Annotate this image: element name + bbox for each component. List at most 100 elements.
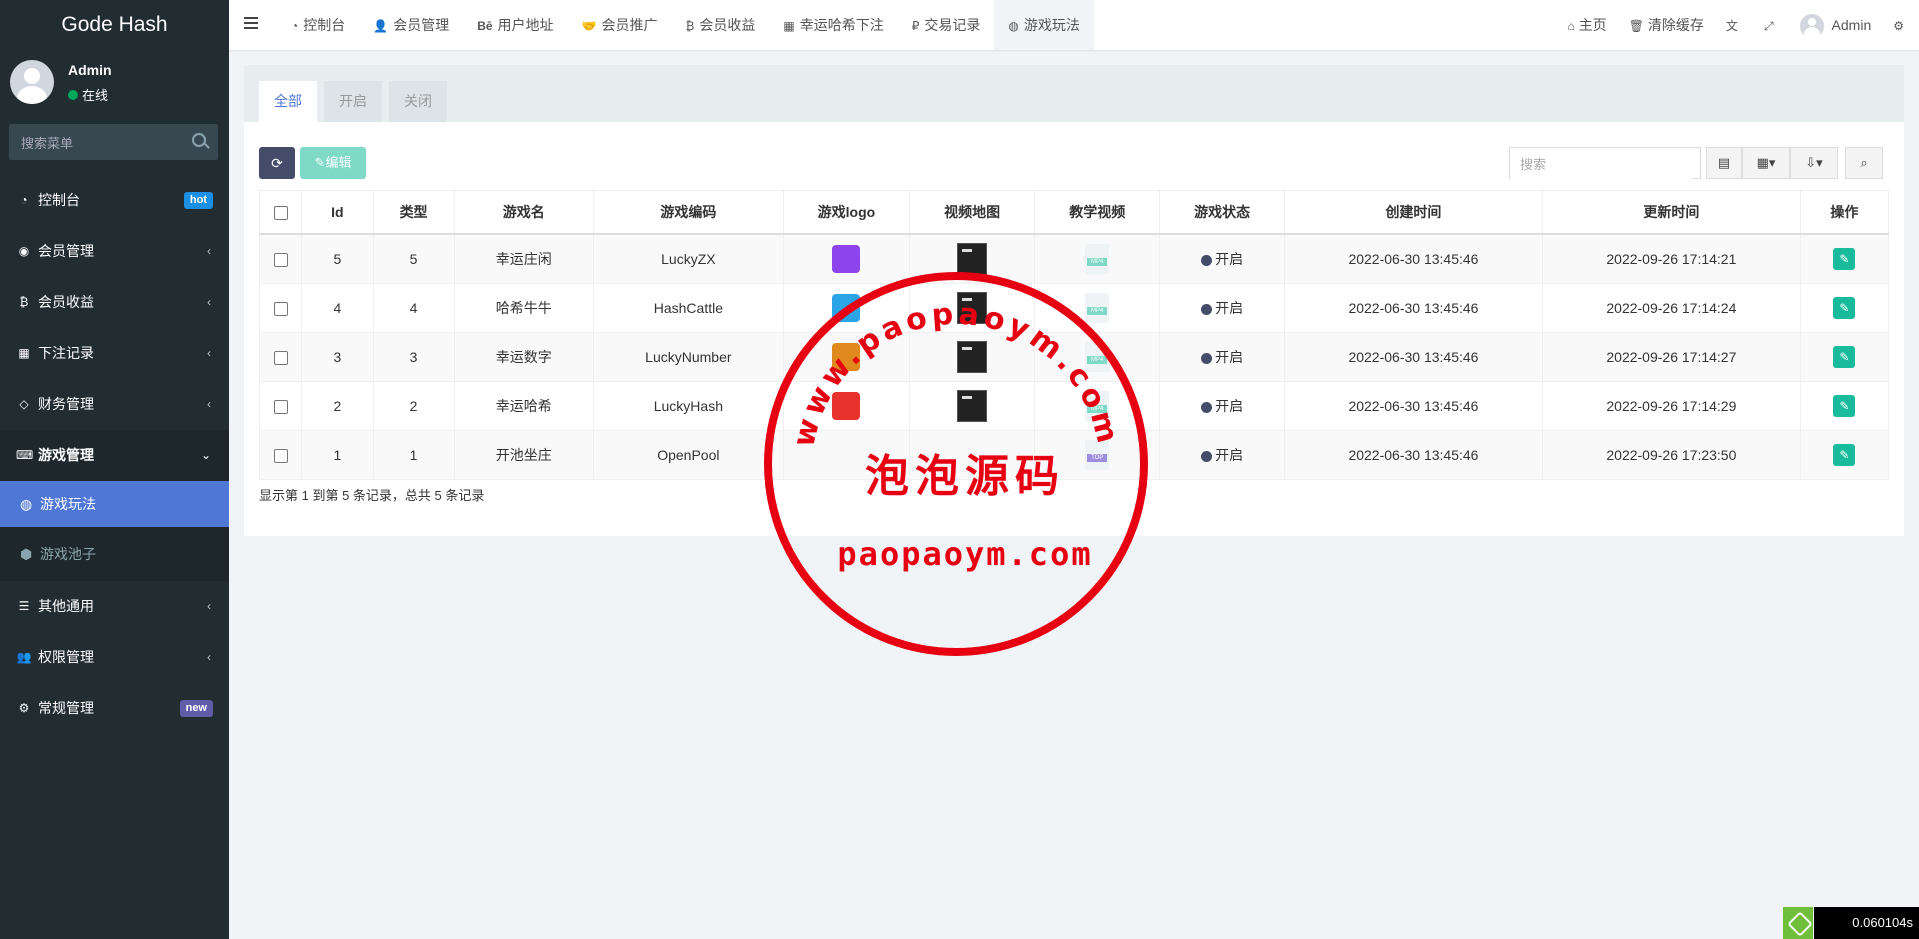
table-search-input[interactable] (1510, 148, 1692, 180)
cell-id: 4 (301, 283, 374, 333)
select-all-cell (258, 190, 303, 235)
tab-game-play[interactable]: ◍ 游戏玩法 (994, 0, 1094, 50)
search-icon[interactable] (192, 133, 206, 147)
clear-cache-button[interactable]: 🗑 清除缓存 (1618, 0, 1715, 50)
users-icon: 👥 (16, 650, 32, 664)
sidebar-subitem-game-play[interactable]: ◍ 游戏玩法 (0, 481, 229, 527)
col-tutorial[interactable]: 教学视频 (1034, 190, 1161, 235)
row-edit-button[interactable]: ✎ (1833, 248, 1856, 270)
settings-button[interactable]: ⚙ (1882, 0, 1919, 50)
tab-promotion[interactable]: 🤝 会员推广 (568, 0, 672, 50)
menu-toggle-icon[interactable] (244, 17, 258, 19)
list-view-icon: ▤ (1717, 155, 1731, 170)
cell-created: 2022-06-30 13:45:46 (1283, 332, 1543, 382)
col-type[interactable]: 类型 (372, 190, 455, 235)
tab-earnings[interactable]: ₿ 会员收益 (672, 0, 770, 50)
col-updated[interactable]: 更新时间 (1541, 190, 1801, 235)
col-code[interactable]: 游戏编码 (592, 190, 784, 235)
row-checkbox[interactable] (273, 302, 288, 317)
row-edit-button[interactable]: ✎ (1833, 395, 1856, 417)
tab-user-address[interactable]: Bē 用户地址 (463, 0, 567, 50)
cell-updated: 2022-09-26 17:23:50 (1541, 430, 1801, 480)
user-menu[interactable]: Admin (1789, 0, 1883, 50)
status-dot-icon (1201, 401, 1213, 413)
filter-tab-off[interactable]: 关闭 (389, 81, 447, 122)
toolbar: ⟳ ✎编辑 ▤ ▦▾ ⇩▾ ⌕ (259, 147, 1889, 180)
tab-lucky-hash-bets[interactable]: ▦ 幸运哈希下注 (769, 0, 897, 50)
sidebar-item-games[interactable]: ⌨ 游戏管理 ⌄ (0, 430, 229, 481)
row-checkbox[interactable] (273, 400, 288, 415)
col-name[interactable]: 游戏名 (453, 190, 594, 235)
user-circle-icon: ◉ (18, 244, 30, 258)
menu-search-input[interactable] (9, 124, 193, 162)
col-video-map[interactable]: 视频地图 (908, 190, 1036, 235)
chevron-left-icon: ‹ (207, 295, 211, 309)
tab-dashboard[interactable]: ◔ 控制台 (277, 0, 359, 50)
handshake-icon: 🤝 (581, 19, 597, 33)
col-status[interactable]: 游戏状态 (1159, 190, 1285, 235)
filter-tab-on[interactable]: 开启 (324, 81, 382, 122)
tab-members[interactable]: 👤 会员管理 (359, 0, 463, 50)
ruble-icon: ₽ (911, 19, 920, 33)
sidebar-subitem-game-pool[interactable]: ⬢ 游戏池子 (0, 527, 229, 581)
pagination-info: 显示第 1 到第 5 条记录，总共 5 条记录 (259, 488, 485, 503)
refresh-button[interactable]: ⟳ (259, 147, 295, 179)
status-dot-icon (1201, 254, 1213, 266)
gamepad-icon: ⌨ (16, 448, 34, 462)
cell-status: 开启 (1159, 430, 1285, 480)
brand-logo[interactable]: Gode Hash (0, 0, 229, 50)
row-edit-button[interactable]: ✎ (1833, 444, 1856, 466)
cell-type: 3 (372, 332, 455, 382)
behance-icon: Bē (477, 19, 493, 33)
sidebar-item-permissions[interactable]: 👥 权限管理 ‹ (0, 632, 229, 683)
cell-type: 4 (372, 283, 455, 333)
sidebar-item-settings[interactable]: ⚙ 常规管理 new (0, 683, 229, 734)
cell-type: 1 (372, 430, 455, 480)
col-created[interactable]: 创建时间 (1283, 190, 1543, 235)
sidebar-item-earnings[interactable]: ₿ 会员收益 ‹ (0, 277, 229, 328)
toggle-view-button[interactable]: ▤ (1706, 147, 1742, 179)
row-edit-button[interactable]: ✎ (1833, 346, 1856, 368)
columns-button[interactable]: ▦▾ (1742, 147, 1790, 179)
filter-tab-all[interactable]: 全部 (259, 81, 317, 122)
col-logo[interactable]: 游戏logo (782, 190, 911, 235)
col-id[interactable]: Id (301, 190, 374, 235)
sidebar-item-members[interactable]: ◉ 会员管理 ‹ (0, 226, 229, 277)
sidebar-item-label: 财务管理 (38, 396, 94, 412)
row-checkbox[interactable] (273, 351, 288, 366)
status-text: 开启 (1215, 447, 1244, 463)
cell-code: LuckyNumber (592, 332, 784, 382)
sidebar-item-finance[interactable]: ◇ 财务管理 ‹ (0, 379, 229, 430)
home-link[interactable]: ⌂ 主页 (1556, 0, 1617, 50)
sidebar-item-general[interactable]: ☰ 其他通用 ‹ (0, 581, 229, 632)
sidebar-item-bets[interactable]: ▦ 下注记录 ‹ (0, 328, 229, 379)
tab-label: 交易记录 (924, 17, 981, 33)
row-select-cell (258, 233, 303, 284)
tab-label: 会员管理 (393, 17, 450, 33)
debug-logo-icon[interactable] (1783, 907, 1813, 939)
export-button[interactable]: ⇩▾ (1790, 147, 1838, 179)
pencil-icon: ✎ (1839, 399, 1850, 413)
sidebar-item-dashboard[interactable]: ◔ 控制台 hot (0, 175, 229, 226)
select-all-checkbox[interactable] (273, 206, 288, 221)
sidebar-item-label: 下注记录 (38, 345, 94, 361)
online-dot-icon (68, 90, 78, 100)
menu-search (9, 124, 218, 162)
tab-label: 游戏玩法 (1023, 17, 1080, 33)
tab-label: 控制台 (303, 17, 346, 33)
fullscreen-button[interactable]: ⤢ (1753, 0, 1789, 50)
dashboard-icon: ◔ (20, 193, 28, 207)
language-button[interactable]: 文 (1715, 0, 1753, 50)
pencil-icon: ✎ (1839, 301, 1850, 315)
row-checkbox[interactable] (273, 253, 288, 268)
search-toggle-button[interactable]: ⌕ (1845, 147, 1883, 179)
row-checkbox[interactable] (273, 449, 288, 464)
row-edit-button[interactable]: ✎ (1833, 297, 1856, 319)
home-label: 主页 (1578, 17, 1607, 33)
calendar-check-icon: ▦ (783, 19, 795, 33)
edit-button[interactable]: ✎编辑 (300, 147, 366, 179)
status-dot-icon (1201, 303, 1213, 315)
tab-transactions[interactable]: ₽ 交易记录 (898, 0, 995, 50)
sidebar-subitem-label: 游戏池子 (40, 546, 96, 562)
search-icon: ⌕ (1860, 155, 1868, 170)
